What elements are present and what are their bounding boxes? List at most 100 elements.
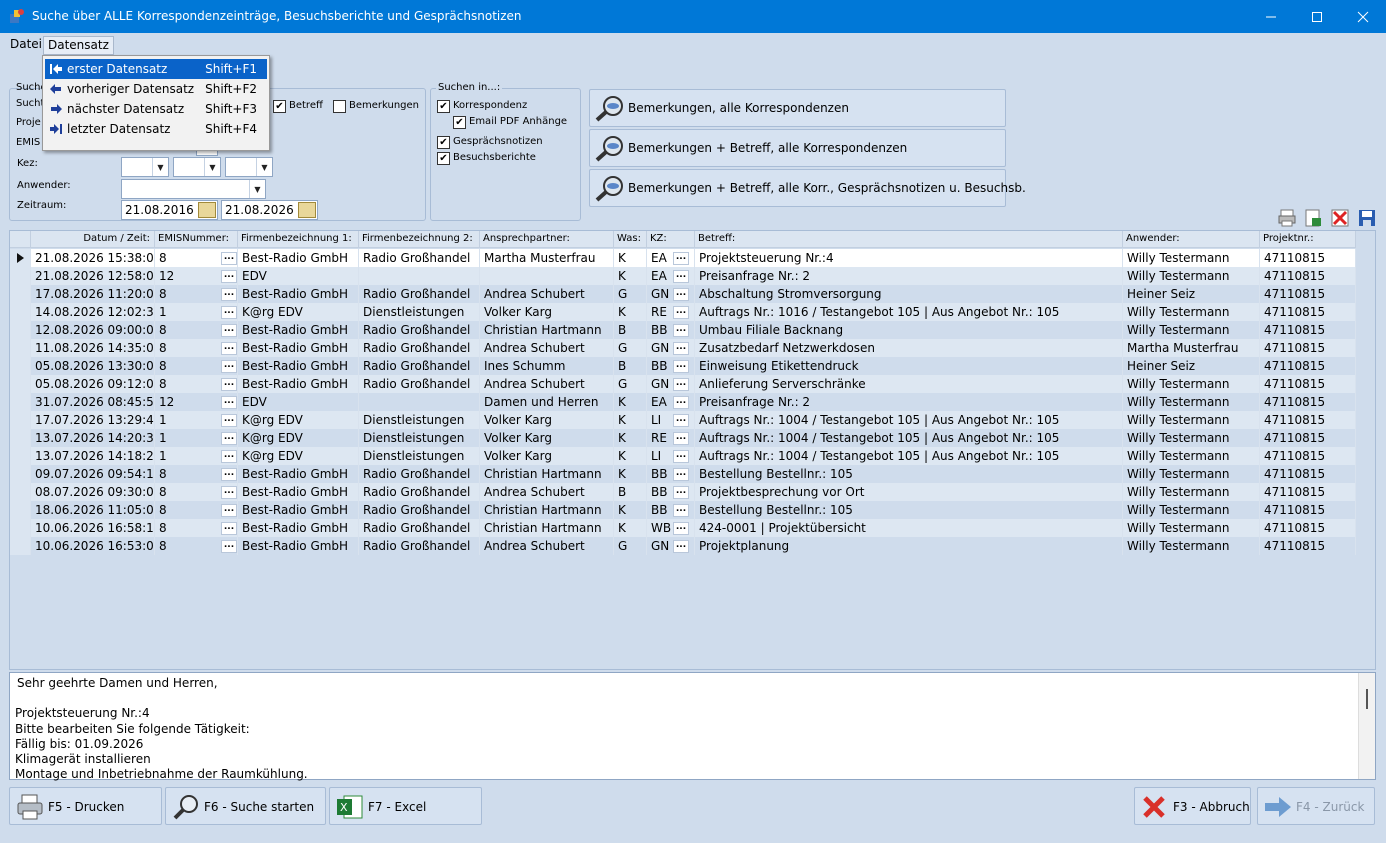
quick-search-bemerkungen-button[interactable]: Bemerkungen, alle Korrespondenzen — [589, 89, 1006, 127]
cell-betreff[interactable]: Anlieferung Serverschränke — [695, 375, 1123, 393]
cell-firma2[interactable]: Radio Großhandel — [359, 519, 480, 537]
cell-firma1[interactable]: Best-Radio GmbH — [238, 357, 359, 375]
print-button[interactable]: F5 - Drucken — [9, 787, 162, 825]
cell-projekt[interactable]: 47110815 — [1260, 393, 1356, 411]
cell-projekt[interactable]: 47110815 — [1260, 519, 1356, 537]
cell-anwender[interactable]: Heiner Seiz — [1123, 285, 1260, 303]
calendar-icon[interactable] — [298, 202, 316, 218]
cell-firma2[interactable]: Radio Großhandel — [359, 321, 480, 339]
cell-firma2[interactable]: Radio Großhandel — [359, 285, 480, 303]
cell-was[interactable]: K — [614, 519, 647, 537]
ellipsis-button[interactable]: ... — [221, 270, 237, 283]
cell-firma1[interactable]: Best-Radio GmbH — [238, 465, 359, 483]
ellipsis-button[interactable]: ... — [221, 252, 237, 265]
row-indicator[interactable] — [10, 411, 31, 429]
cell-was[interactable]: K — [614, 447, 647, 465]
cell-datum[interactable]: 05.08.2026 09:12:00 — [31, 375, 155, 393]
cell-projekt[interactable]: 47110815 — [1260, 411, 1356, 429]
cell-betreff[interactable]: Auftrags Nr.: 1004 / Testangebot 105 | A… — [695, 429, 1123, 447]
cell-projekt[interactable]: 47110815 — [1260, 303, 1356, 321]
cell-projekt[interactable]: 47110815 — [1260, 429, 1356, 447]
ellipsis-button[interactable]: ... — [673, 324, 689, 337]
cell-datum[interactable]: 13.07.2026 14:18:28 — [31, 447, 155, 465]
cell-firma2[interactable]: Radio Großhandel — [359, 465, 480, 483]
cell-was[interactable]: G — [614, 375, 647, 393]
cell-ansprech[interactable]: Andrea Schubert — [480, 537, 614, 555]
cell-firma2[interactable]: Dienstleistungen — [359, 429, 480, 447]
column-header-kz[interactable]: KZ: — [647, 231, 695, 248]
cell-betreff[interactable]: Projektbesprechung vor Ort — [695, 483, 1123, 501]
column-header-firma2[interactable]: Firmenbezeichnung 2: — [359, 231, 480, 248]
cell-was[interactable]: B — [614, 483, 647, 501]
cell-anwender[interactable]: Willy Testermann — [1123, 447, 1260, 465]
printer-icon[interactable] — [1277, 208, 1297, 228]
cell-firma1[interactable]: EDV — [238, 393, 359, 411]
ellipsis-button[interactable]: ... — [673, 486, 689, 499]
table-row[interactable]: 08.07.2026 09:30:00 8 Best-Radio GmbH Radio… — [10, 483, 1356, 501]
cell-anwender[interactable]: Willy Testermann — [1123, 267, 1260, 285]
table-row[interactable]: 18.06.2026 11:05:00 8 Best-Radio GmbH Radio… — [10, 501, 1356, 519]
cell-firma1[interactable]: Best-Radio GmbH — [238, 483, 359, 501]
cell-projekt[interactable]: 47110815 — [1260, 285, 1356, 303]
cell-anwender[interactable]: Willy Testermann — [1123, 321, 1260, 339]
ellipsis-button[interactable]: ... — [673, 522, 689, 535]
cell-firma2[interactable]: Radio Großhandel — [359, 357, 480, 375]
start-search-button[interactable]: F6 - Suche starten — [165, 787, 326, 825]
column-header-firma1[interactable]: Firmenbezeichnung 1: — [238, 231, 359, 248]
cell-betreff[interactable]: Zusatzbedarf Netzwerkdosen — [695, 339, 1123, 357]
cell-firma2[interactable]: Radio Großhandel — [359, 375, 480, 393]
email-pdf-checkbox[interactable]: ✔ — [453, 116, 466, 129]
cell-betreff[interactable]: Preisanfrage Nr.: 2 — [695, 267, 1123, 285]
kez-combo-2[interactable]: ▼ — [173, 157, 221, 177]
delete-icon[interactable] — [1330, 208, 1350, 228]
table-row[interactable]: 10.06.2026 16:58:19 8 Best-Radio GmbH Radio… — [10, 519, 1356, 537]
cell-ansprech[interactable]: Christian Hartmann — [480, 465, 614, 483]
cell-firma2[interactable]: Radio Großhandel — [359, 483, 480, 501]
row-indicator[interactable] — [10, 429, 31, 447]
row-indicator[interactable] — [10, 375, 31, 393]
cell-datum[interactable]: 10.06.2026 16:53:00 — [31, 537, 155, 555]
ellipsis-button[interactable]: ... — [673, 540, 689, 553]
cell-ansprech[interactable]: Volker Karg — [480, 447, 614, 465]
betreff-checkbox[interactable]: ✔ — [273, 100, 286, 113]
cell-was[interactable]: B — [614, 321, 647, 339]
cell-ansprech[interactable]: Christian Hartmann — [480, 501, 614, 519]
cell-betreff[interactable]: Bestellung Bestellnr.: 105 — [695, 501, 1123, 519]
cell-firma2[interactable] — [359, 393, 480, 411]
chevron-down-icon[interactable]: ▼ — [152, 158, 168, 176]
column-header-was[interactable]: Was: — [614, 231, 647, 248]
cell-betreff[interactable]: Auftrags Nr.: 1016 / Testangebot 105 | A… — [695, 303, 1123, 321]
cell-firma1[interactable]: Best-Radio GmbH — [238, 519, 359, 537]
table-row[interactable]: 09.07.2026 09:54:10 8 Best-Radio GmbH Radio… — [10, 465, 1356, 483]
cell-ansprech[interactable]: Christian Hartmann — [480, 321, 614, 339]
besuchsberichte-checkbox[interactable]: ✔ — [437, 152, 450, 165]
ellipsis-button[interactable]: ... — [673, 306, 689, 319]
ellipsis-button[interactable]: ... — [673, 468, 689, 481]
row-indicator[interactable] — [10, 393, 31, 411]
chevron-down-icon[interactable]: ▼ — [256, 158, 272, 176]
cell-ansprech[interactable] — [480, 267, 614, 285]
cell-ansprech[interactable]: Andrea Schubert — [480, 375, 614, 393]
row-indicator[interactable] — [10, 519, 31, 537]
table-row[interactable]: 05.08.2026 13:30:00 8 Best-Radio GmbH Radio… — [10, 357, 1356, 375]
cell-betreff[interactable]: Abschaltung Stromversorgung — [695, 285, 1123, 303]
cell-was[interactable]: K — [614, 393, 647, 411]
cell-projekt[interactable]: 47110815 — [1260, 249, 1356, 267]
row-indicator[interactable] — [10, 357, 31, 375]
cell-firma1[interactable]: Best-Radio GmbH — [238, 321, 359, 339]
cell-betreff[interactable]: Einweisung Etikettendruck — [695, 357, 1123, 375]
table-row[interactable]: 17.08.2026 11:20:00 8 Best-Radio GmbH Radio… — [10, 285, 1356, 303]
row-indicator[interactable] — [10, 267, 31, 285]
cell-was[interactable]: K — [614, 411, 647, 429]
memo-scrollbar[interactable] — [1358, 673, 1375, 779]
ellipsis-button[interactable]: ... — [673, 270, 689, 283]
cell-anwender[interactable]: Willy Testermann — [1123, 375, 1260, 393]
cell-was[interactable]: K — [614, 501, 647, 519]
kez-combo-3[interactable]: ▼ — [225, 157, 273, 177]
cell-anwender[interactable]: Willy Testermann — [1123, 393, 1260, 411]
cell-projekt[interactable]: 47110815 — [1260, 483, 1356, 501]
cell-datum[interactable]: 13.07.2026 14:20:32 — [31, 429, 155, 447]
menu-item-last-record[interactable]: letzter Datensatz Shift+F4 — [45, 119, 267, 139]
cell-was[interactable]: K — [614, 267, 647, 285]
cell-anwender[interactable]: Willy Testermann — [1123, 465, 1260, 483]
